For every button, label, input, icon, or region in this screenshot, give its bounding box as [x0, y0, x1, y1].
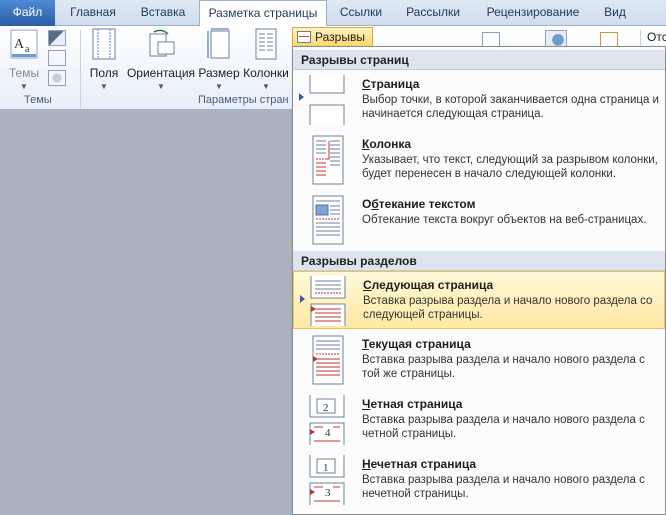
chevron-down-icon: ▼ [262, 82, 270, 91]
breaks-label: Разрывы [315, 30, 365, 44]
menu-item-title: Следующая страница [363, 278, 494, 292]
menu-item-description: Вставка разрыва раздела и начало нового … [363, 295, 653, 321]
menu-item-next-page[interactable]: Следующая страница Вставка разрыва разде… [293, 271, 665, 329]
tab-page-layout[interactable]: Разметка страницы [199, 0, 327, 27]
margins-label: Поля [89, 66, 119, 80]
text-wrapping-icon [312, 195, 344, 245]
breaks-dropdown-menu: Разрывы страниц Страница Выбор точки, в … [292, 46, 666, 515]
page-setup-group-label: Параметры стран [198, 94, 289, 106]
svg-text:a: a [25, 44, 30, 55]
document-area [0, 110, 292, 515]
tab-insert[interactable]: Вставка [128, 0, 198, 26]
menu-item-description: Вставка разрыва раздела и начало нового … [362, 414, 645, 440]
page-size-icon [207, 28, 230, 59]
odd-page-break-icon: 1 3 [309, 455, 345, 505]
chevron-down-icon: ▼ [20, 82, 28, 91]
menu-item-column-break[interactable]: Колонка Указывает, что текст, следующий … [293, 131, 665, 189]
even-icon-number-bottom: 4 [325, 427, 331, 439]
menu-item-description: Обтекание текста вокруг объектов на веб-… [362, 214, 647, 226]
menu-item-description: Вставка разрыва раздела и начало нового … [362, 354, 645, 380]
columns-label: Колонки [243, 66, 289, 80]
size-label: Размер [198, 66, 240, 80]
columns-button[interactable]: Колонки ▼ [242, 28, 290, 91]
next-page-break-icon [310, 276, 346, 326]
themes-group-label: Темы [24, 94, 52, 106]
orientation-label: Ориентация [126, 66, 196, 80]
chevron-down-icon: ▼ [100, 82, 108, 91]
ribbon-tab-bar: Файл Главная Вставка Разметка страницы С… [0, 0, 666, 27]
tab-review[interactable]: Рецензирование [474, 0, 592, 26]
chevron-down-icon: ▼ [215, 82, 223, 91]
menu-item-description: Указывает, что текст, следующий за разры… [362, 154, 658, 180]
themes-button[interactable]: A a Темы ▼ [6, 28, 42, 91]
column-break-icon [312, 135, 344, 185]
tab-file[interactable]: Файл [0, 0, 55, 26]
breaks-button[interactable]: Разрывы ▼ [292, 27, 373, 61]
page-break-icon [309, 75, 345, 125]
menu-item-odd-page[interactable]: 1 3 Нечетная страница Вставка разрыва ра… [293, 451, 665, 509]
even-page-break-icon: 2 4 [309, 395, 345, 445]
menu-item-continuous[interactable]: Текущая страница Вставка разрыва раздела… [293, 331, 665, 389]
menu-item-title: Страница [362, 77, 420, 91]
chevron-down-icon: ▼ [157, 82, 165, 91]
arrow-right-icon [299, 93, 304, 101]
continuous-break-icon [312, 335, 344, 385]
arrow-right-icon [300, 295, 305, 303]
menu-item-page-break[interactable]: Страница Выбор точки, в которой заканчив… [293, 71, 665, 129]
section-breaks-header: Разрывы разделов [293, 251, 665, 271]
svg-text:A: A [14, 37, 25, 52]
odd-icon-number-bottom: 3 [325, 487, 331, 499]
margins-icon [92, 28, 116, 60]
themes-label: Темы [8, 66, 40, 80]
indent-label-partial: Отс [647, 30, 666, 44]
menu-item-text-wrapping[interactable]: Обтекание текстом Обтекание текста вокру… [293, 191, 665, 249]
odd-icon-number-top: 1 [323, 462, 329, 474]
group-separator [80, 30, 81, 108]
theme-fonts-icon[interactable] [48, 50, 66, 66]
menu-item-description: Выбор точки, в которой заканчивается одн… [362, 94, 659, 120]
tab-home[interactable]: Главная [58, 0, 128, 26]
theme-colors-icon[interactable] [48, 30, 66, 46]
menu-item-description: Вставка разрыва раздела и начало нового … [362, 474, 645, 500]
orientation-button[interactable]: Ориентация ▼ [126, 28, 196, 91]
menu-item-title: Текущая страница [362, 337, 471, 351]
themes-icon: A a [10, 29, 38, 59]
menu-item-title: Обтекание текстом [362, 197, 476, 211]
breaks-icon [297, 31, 311, 43]
menu-item-title: Колонка [362, 137, 412, 151]
columns-icon [255, 28, 277, 60]
page-breaks-header: Разрывы страниц [293, 50, 665, 70]
tab-mailings[interactable]: Рассылки [392, 0, 474, 26]
menu-item-title: Нечетная страница [362, 457, 477, 471]
theme-effects-icon[interactable] [48, 70, 66, 86]
even-icon-number-top: 2 [323, 402, 329, 414]
menu-item-even-page[interactable]: 2 4 Четная страница Вставка разрыва разд… [293, 391, 665, 449]
orientation-icon [149, 29, 175, 57]
tab-references[interactable]: Ссылки [330, 0, 392, 26]
size-button[interactable]: Размер ▼ [197, 28, 241, 91]
margins-button[interactable]: Поля ▼ [84, 28, 124, 91]
menu-item-title: Четная страница [362, 397, 463, 411]
tab-view[interactable]: Вид [592, 0, 638, 26]
